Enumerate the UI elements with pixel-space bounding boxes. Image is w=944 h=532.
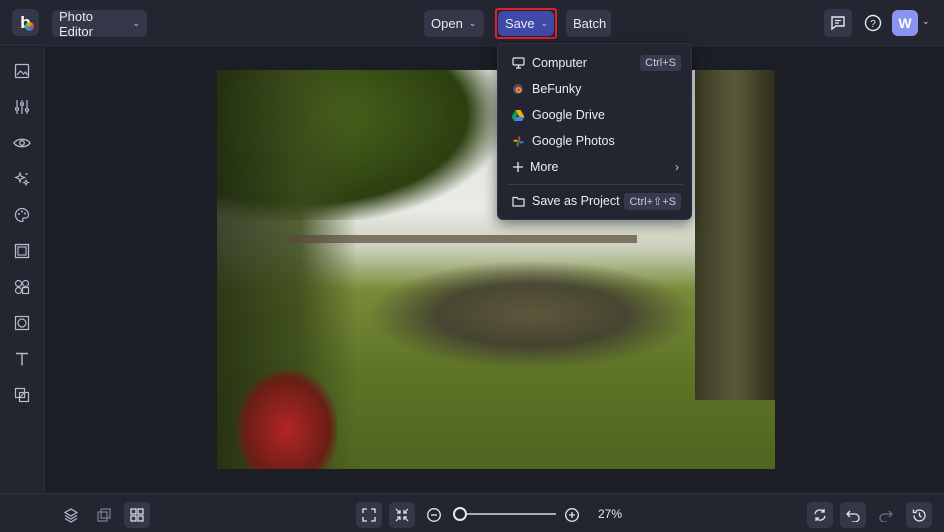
batch-label: Batch (573, 16, 607, 31)
monitor-icon (511, 56, 525, 70)
befunky-logo[interactable]: b (12, 9, 39, 36)
chevron-down-icon: ⌄ (468, 18, 477, 28)
sparkles-icon[interactable] (12, 169, 32, 189)
grid-view-button[interactable] (124, 502, 150, 528)
redo-icon (879, 510, 893, 522)
rotate-button[interactable] (807, 502, 833, 528)
chevron-right-icon: › (675, 160, 679, 174)
comment-icon (831, 16, 845, 31)
menu-item-google-photos[interactable]: Google Photos (498, 128, 693, 154)
help-button[interactable]: ? (859, 9, 887, 37)
google-photos-icon (511, 134, 525, 148)
graphics-icon[interactable] (12, 385, 32, 405)
chevron-down-icon[interactable]: ⌄ (922, 16, 930, 27)
open-button[interactable]: Open ⌄ (424, 10, 484, 37)
befunky-icon (511, 82, 525, 96)
menu-item-more[interactable]: More › (498, 154, 693, 180)
fit-to-screen-button[interactable] (356, 502, 382, 528)
history-icon (912, 508, 926, 522)
layers-button[interactable] (58, 502, 84, 528)
photo-editor-dropdown[interactable]: Photo Editor ⌄ (52, 8, 147, 39)
menu-item-label: Save as Project (532, 194, 620, 208)
photo-red-shirt-person (237, 370, 337, 469)
grid-icon (130, 508, 144, 522)
shrink-icon (395, 508, 409, 522)
text-icon[interactable] (12, 349, 32, 369)
layers-icon (63, 508, 79, 523)
texture-icon[interactable] (12, 313, 32, 333)
compare-icon (97, 508, 111, 522)
zoom-out-icon (427, 508, 441, 522)
zoom-out-button[interactable] (421, 502, 447, 528)
palette-icon[interactable] (12, 205, 32, 225)
zoom-in-button[interactable] (559, 502, 585, 528)
svg-text:?: ? (870, 19, 876, 30)
zoom-slider-track[interactable] (460, 513, 556, 515)
zoom-percentage: 27% (598, 507, 623, 521)
redo-button[interactable] (873, 502, 899, 528)
batch-button[interactable]: Batch (566, 10, 611, 37)
open-label: Open (431, 16, 463, 31)
menu-item-befunky[interactable]: BeFunky (498, 76, 693, 102)
image-icon[interactable] (12, 61, 32, 81)
tool-sidebar (0, 47, 45, 493)
folder-icon (511, 194, 525, 208)
expand-icon (362, 508, 376, 522)
menu-item-save-as-project[interactable]: Save as Project Ctrl+⇧+S (498, 188, 693, 214)
menu-divider (508, 184, 683, 185)
shortcut-badge: Ctrl+⇧+S (624, 192, 681, 210)
logo-dot-icon (25, 22, 34, 31)
actual-size-button[interactable] (389, 502, 415, 528)
menu-item-google-drive[interactable]: Google Drive (498, 102, 693, 128)
save-highlight-outline (495, 8, 557, 39)
photo-bench (287, 235, 637, 243)
sliders-icon[interactable] (12, 97, 32, 117)
refresh-icon (814, 509, 826, 521)
plus-icon (511, 160, 525, 174)
menu-item-label: Google Drive (532, 108, 605, 122)
zoom-slider-handle[interactable] (453, 507, 467, 521)
google-drive-icon (511, 108, 525, 122)
frame-icon[interactable] (12, 241, 32, 261)
eye-icon[interactable] (12, 133, 32, 153)
zoom-in-icon (565, 508, 579, 522)
menu-item-label: Google Photos (532, 134, 615, 148)
shortcut-badge: Ctrl+S (640, 55, 681, 71)
save-menu: Computer Ctrl+S BeFunky Google Drive Goo… (497, 43, 692, 220)
comments-button[interactable] (824, 9, 852, 37)
chevron-down-icon: ⌄ (132, 18, 140, 28)
menu-item-label: BeFunky (532, 82, 582, 96)
top-bar: b Photo Editor ⌄ Open ⌄ Save ⌄ Batch ? W… (0, 0, 944, 46)
menu-item-computer[interactable]: Computer Ctrl+S (498, 50, 693, 76)
photo-right-tree (695, 70, 775, 400)
undo-icon (846, 510, 860, 522)
photo-editor-label: Photo Editor (59, 8, 93, 39)
menu-item-label: Computer (532, 56, 587, 70)
help-icon: ? (864, 14, 882, 32)
user-avatar[interactable]: W (892, 10, 918, 36)
shapes-icon[interactable] (12, 277, 32, 297)
history-button[interactable] (906, 502, 932, 528)
compare-button[interactable] (91, 502, 117, 528)
menu-item-label: More (530, 160, 559, 174)
photo-people-group (367, 260, 697, 370)
undo-button[interactable] (840, 502, 866, 528)
